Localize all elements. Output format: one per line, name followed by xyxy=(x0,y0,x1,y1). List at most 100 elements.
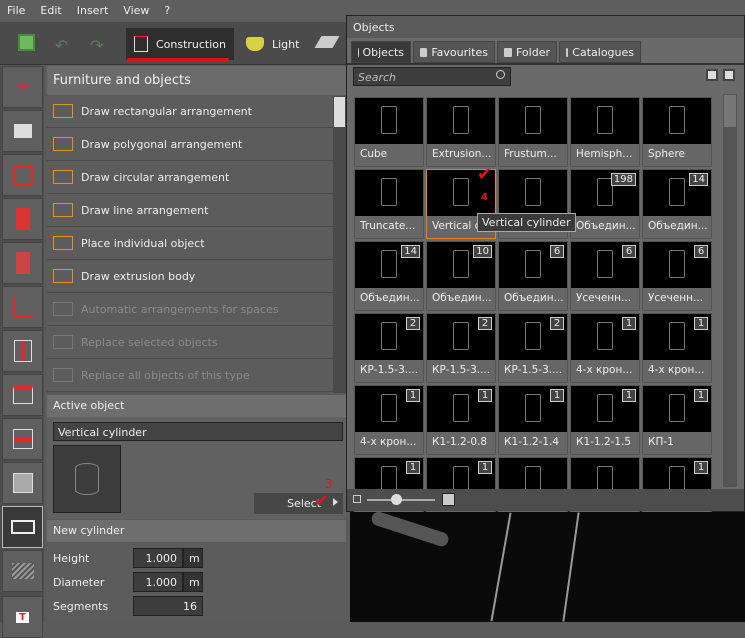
object-tile[interactable]: 14-х крон... xyxy=(642,313,712,383)
save-icon[interactable] xyxy=(18,34,35,51)
unit-label: m xyxy=(183,548,203,568)
field-input[interactable]: 1.000 xyxy=(133,548,183,568)
menu-edit[interactable]: Edit xyxy=(33,0,69,22)
redo-icon[interactable]: ↷ xyxy=(90,36,103,55)
tool-extrusion-icon[interactable] xyxy=(2,506,43,548)
object-tile[interactable]: 1К1-1.2-1.5 xyxy=(570,385,640,455)
furniture-panel: Furniture and objects Draw rectangular a… xyxy=(47,66,346,393)
menu-item[interactable]: Draw extrusion body xyxy=(47,260,333,293)
tab-catalogues[interactable]: Catalogues xyxy=(559,41,641,63)
small-thumb-icon[interactable] xyxy=(353,495,361,503)
object-label: КР-1.5-3.... xyxy=(360,364,424,376)
grid-scrollbar[interactable] xyxy=(723,94,737,487)
field-input[interactable]: 16 xyxy=(133,596,203,616)
tool-icon[interactable] xyxy=(315,36,340,48)
count-badge: 1 xyxy=(478,461,492,474)
tool-wall-icon[interactable] xyxy=(2,154,43,196)
object-tile[interactable]: 6Усеченн... xyxy=(570,241,640,311)
object-tile[interactable]: 14-х крон... xyxy=(570,313,640,383)
undo-icon[interactable]: ↶ xyxy=(55,36,68,55)
menu-file[interactable]: File xyxy=(0,0,33,22)
tool-object-icon[interactable] xyxy=(2,462,43,504)
large-thumb-icon[interactable] xyxy=(442,493,455,506)
tool-sidebar: ↪ T xyxy=(0,66,44,622)
object-tile[interactable]: Cube xyxy=(354,97,424,167)
menu-item[interactable]: Draw polygonal arrangement xyxy=(47,128,333,161)
scrollbar[interactable] xyxy=(333,96,346,393)
object-tile[interactable]: Sphere xyxy=(642,97,712,167)
tool-window-icon[interactable] xyxy=(2,242,43,284)
object-tile[interactable]: 1К1-1.2-0.8 xyxy=(426,385,496,455)
cube-icon xyxy=(134,36,148,52)
tab-light[interactable]: Light xyxy=(238,28,307,60)
object-tile[interactable]: 14-х крон... xyxy=(354,385,424,455)
object-tile[interactable]: 1К1-1.2-1.4 xyxy=(498,385,568,455)
panel-title: Furniture and objects xyxy=(47,66,346,95)
object-label: Объедин... xyxy=(360,292,424,304)
3d-viewport[interactable] xyxy=(350,512,745,622)
tool-roof-icon[interactable] xyxy=(2,374,43,416)
menu-item[interactable]: Replace all objects of this type xyxy=(47,359,333,392)
menu-help[interactable]: ? xyxy=(157,0,178,22)
object-label: Cube xyxy=(360,148,424,160)
auto-arrange-icon xyxy=(53,302,73,316)
object-thumbnail xyxy=(355,170,423,216)
tool-text-icon[interactable]: T xyxy=(2,596,43,638)
object-label: 4-х крон... xyxy=(576,364,640,376)
count-badge: 1 xyxy=(550,389,564,402)
tool-floor-icon[interactable] xyxy=(2,286,43,328)
polygon-arrangement-icon xyxy=(53,137,73,151)
count-badge: 1 xyxy=(406,461,420,474)
menu-item[interactable]: Automatic arrangements for spaces xyxy=(47,293,333,326)
active-object-panel: Active object Vertical cylinder Select ✔… xyxy=(47,395,346,519)
tool-slab-icon[interactable] xyxy=(2,418,43,460)
object-label: Extrusion... xyxy=(432,148,496,160)
object-tile[interactable]: 10Объедин... xyxy=(426,241,496,311)
object-tile[interactable]: Hemisph... xyxy=(570,97,640,167)
extrusion-icon xyxy=(53,269,73,283)
menu-item[interactable]: Draw circular arrangement xyxy=(47,161,333,194)
tab-favourites[interactable]: Favourites xyxy=(413,41,495,63)
object-tile[interactable]: 14Объедин... xyxy=(642,169,712,239)
object-thumbnail xyxy=(355,98,423,144)
zoom-slider-handle[interactable] xyxy=(391,494,402,505)
object-tile[interactable]: 1КП-1 xyxy=(642,385,712,455)
view-list-icon[interactable] xyxy=(706,69,718,81)
tool-move-icon[interactable] xyxy=(2,110,43,152)
object-tile[interactable]: 2КР-1.5-3.... xyxy=(498,313,568,383)
tool-stairs-icon[interactable] xyxy=(2,550,43,592)
menu-item[interactable]: Replace selected objects xyxy=(47,326,333,359)
field-input[interactable]: 1.000 xyxy=(133,572,183,592)
object-tile[interactable]: Frustum... xyxy=(498,97,568,167)
object-tile[interactable]: 198Объедин... xyxy=(570,169,640,239)
tool-arrow-icon[interactable]: ↪ xyxy=(2,66,43,108)
object-tile[interactable]: 2КР-1.5-3.... xyxy=(426,313,496,383)
tab-construction[interactable]: Construction xyxy=(126,28,234,60)
tab-folder[interactable]: Folder xyxy=(497,41,557,63)
menu-insert[interactable]: Insert xyxy=(70,0,117,22)
tab-objects[interactable]: Objects xyxy=(351,41,411,63)
object-tile[interactable]: Extrusion... xyxy=(426,97,496,167)
object-label: 4-х крон... xyxy=(360,436,424,448)
menu-item[interactable]: Draw rectangular arrangement xyxy=(47,95,333,128)
object-label: К1-1.2-1.5 xyxy=(576,436,640,448)
tooltip: Vertical cylinder xyxy=(477,213,576,232)
object-tile[interactable]: 14Объедин... xyxy=(354,241,424,311)
menu-view[interactable]: View xyxy=(116,0,157,22)
object-tile[interactable]: 6Объедин... xyxy=(498,241,568,311)
select-button[interactable]: Select xyxy=(254,493,343,514)
menu-item[interactable]: Draw line arrangement xyxy=(47,194,333,227)
tab-underline xyxy=(127,58,229,62)
cylinder-icon xyxy=(75,463,99,495)
search-input[interactable]: Search xyxy=(353,67,511,86)
object-tile[interactable]: Truncate... xyxy=(354,169,424,239)
object-tile[interactable]: 2КР-1.5-3.... xyxy=(354,313,424,383)
tool-column-icon[interactable] xyxy=(2,330,43,372)
tool-door-icon[interactable] xyxy=(2,198,43,240)
menu-item[interactable]: Place individual object xyxy=(47,227,333,260)
object-label: 4-х крон... xyxy=(648,364,712,376)
view-grid-icon[interactable] xyxy=(723,69,735,81)
object-tile[interactable]: 6Усеченн... xyxy=(642,241,712,311)
search-icon[interactable] xyxy=(496,70,505,79)
line-arrangement-icon xyxy=(53,203,73,217)
